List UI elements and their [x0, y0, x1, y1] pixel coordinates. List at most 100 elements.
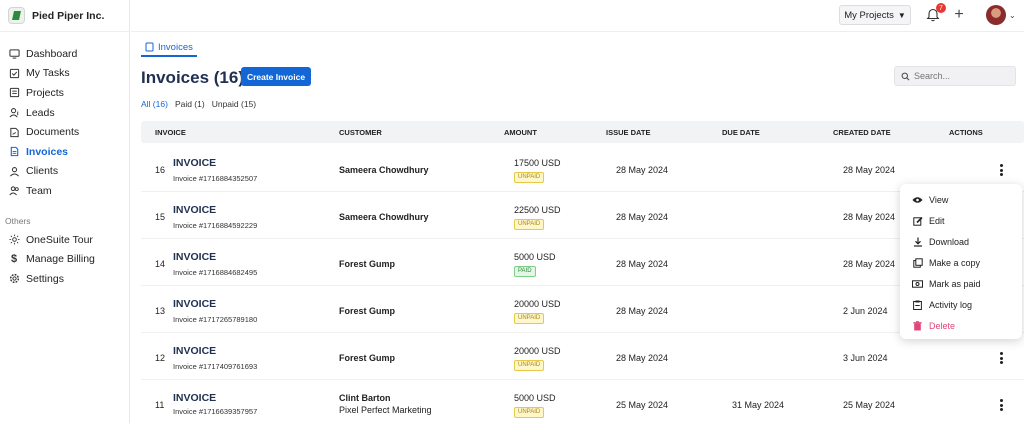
- clipboard-icon: [912, 299, 923, 310]
- tab-invoices[interactable]: Invoices: [141, 39, 197, 57]
- avatar[interactable]: [986, 5, 1006, 25]
- sidebar-item-manage-billing[interactable]: $ Manage Billing: [0, 249, 129, 269]
- menu-item-view[interactable]: View: [900, 189, 1022, 210]
- menu-item-mark-as-paid[interactable]: Mark as paid: [900, 273, 1022, 294]
- sidebar-item-my-tasks[interactable]: My Tasks: [0, 64, 129, 84]
- issue-date: 28 May 2024: [616, 259, 669, 269]
- table-row[interactable]: 13 INVOICE Invoice #1717265789180 Forest…: [141, 286, 1024, 333]
- topbar: My Projects ▼ 7 + ⌄: [131, 0, 1024, 32]
- column-header-due-date[interactable]: DUE DATE: [722, 128, 760, 137]
- column-header-created-date[interactable]: CREATED DATE: [833, 128, 891, 137]
- sidebar: Pied Piper Inc. Dashboard My Tasks Proje…: [0, 0, 130, 423]
- menu-item-delete[interactable]: Delete: [900, 315, 1022, 336]
- sidebar-item-documents[interactable]: Documents: [0, 122, 129, 142]
- column-header-invoice[interactable]: INVOICE: [155, 128, 186, 137]
- invoice-title[interactable]: INVOICE: [173, 251, 216, 263]
- issue-date: 28 May 2024: [616, 306, 669, 316]
- column-header-actions: ACTIONS: [949, 128, 983, 137]
- invoice-title[interactable]: INVOICE: [173, 392, 216, 404]
- row-number: 13: [155, 306, 166, 316]
- sidebar-item-label: Invoices: [26, 145, 69, 158]
- team-icon: [8, 185, 20, 197]
- more-actions-icon[interactable]: [996, 351, 1006, 365]
- invoice-amount: 20000 USD: [514, 346, 561, 356]
- more-actions-icon[interactable]: [996, 398, 1006, 412]
- menu-item-make-copy[interactable]: Make a copy: [900, 252, 1022, 273]
- invoice-number: Invoice #1717409761693: [173, 362, 258, 371]
- menu-item-download[interactable]: Download: [900, 231, 1022, 252]
- invoice-title[interactable]: INVOICE: [173, 298, 216, 310]
- chevron-down-icon[interactable]: ⌄: [1009, 11, 1016, 20]
- sidebar-item-label: Manage Billing: [26, 253, 95, 266]
- created-date: 28 May 2024: [843, 165, 896, 175]
- more-actions-icon[interactable]: [996, 163, 1006, 177]
- search-input[interactable]: [914, 71, 1009, 81]
- invoice-amount: 5000 USD: [514, 393, 556, 403]
- status-badge: UNPAID: [514, 407, 545, 418]
- invoice-amount: 5000 USD: [514, 252, 556, 262]
- issue-date: 28 May 2024: [616, 353, 669, 363]
- plus-icon[interactable]: +: [951, 6, 967, 24]
- table-row[interactable]: 14 INVOICE Invoice #1716884682495 Forest…: [141, 239, 1024, 286]
- brand-name: Pied Piper Inc.: [32, 9, 105, 22]
- table-row[interactable]: 16 INVOICE Invoice #1716884352507 Sameer…: [141, 145, 1024, 192]
- row-number: 16: [155, 165, 166, 175]
- search-icon: [901, 72, 910, 81]
- column-header-issue-date[interactable]: ISSUE DATE: [606, 128, 650, 137]
- filter-paid[interactable]: Paid (1): [175, 99, 205, 109]
- menu-item-edit[interactable]: Edit: [900, 210, 1022, 231]
- invoice-title[interactable]: INVOICE: [173, 157, 216, 169]
- sidebar-item-label: Leads: [26, 106, 55, 119]
- column-header-amount[interactable]: AMOUNT: [504, 128, 537, 137]
- edit-icon: [912, 215, 923, 226]
- brand[interactable]: Pied Piper Inc.: [0, 0, 129, 32]
- sidebar-section-others: Others: [5, 215, 31, 226]
- table-row[interactable]: 12 INVOICE Invoice #1717409761693 Forest…: [141, 333, 1024, 380]
- customer-company: Pixel Perfect Marketing: [339, 405, 432, 415]
- invoice-number: Invoice #1716884682495: [173, 268, 258, 277]
- invoice-title[interactable]: INVOICE: [173, 204, 216, 216]
- menu-item-label: Make a copy: [929, 257, 981, 268]
- notification-count-badge: 7: [936, 3, 946, 13]
- invoices-icon: [8, 146, 20, 158]
- menu-item-activity-log[interactable]: Activity log: [900, 294, 1022, 315]
- sidebar-item-settings[interactable]: Settings: [0, 269, 129, 289]
- sidebar-item-onesuite-tour[interactable]: OneSuite Tour: [0, 230, 129, 250]
- column-header-customer[interactable]: CUSTOMER: [339, 128, 382, 137]
- sidebar-item-projects[interactable]: Projects: [0, 83, 129, 103]
- leads-icon: [8, 107, 20, 119]
- sidebar-item-label: Dashboard: [26, 47, 78, 60]
- sidebar-item-clients[interactable]: Clients: [0, 162, 129, 182]
- menu-item-label: View: [929, 194, 949, 205]
- created-date: 3 Jun 2024: [843, 353, 888, 363]
- gear-icon: [8, 273, 20, 285]
- sidebar-item-team[interactable]: Team: [0, 181, 129, 201]
- filter-all[interactable]: All (16): [141, 99, 168, 109]
- sidebar-item-label: OneSuite Tour: [26, 233, 93, 246]
- sidebar-item-label: Team: [26, 184, 52, 197]
- due-date: 31 May 2024: [732, 400, 785, 410]
- create-invoice-button[interactable]: Create Invoice: [241, 67, 311, 86]
- customer-name: Forest Gump: [339, 353, 396, 363]
- created-date: 28 May 2024: [843, 259, 896, 269]
- sidebar-item-label: Clients: [26, 165, 59, 178]
- invoice-number: Invoice #1716884592229: [173, 221, 258, 230]
- filter-unpaid[interactable]: Unpaid (15): [212, 99, 256, 109]
- status-badge: UNPAID: [514, 172, 545, 183]
- customer-name: Sameera Chowdhury: [339, 165, 429, 175]
- clients-icon: [8, 165, 20, 177]
- download-icon: [912, 236, 923, 247]
- row-number: 14: [155, 259, 166, 269]
- sidebar-item-leads[interactable]: Leads: [0, 103, 129, 123]
- invoice-title[interactable]: INVOICE: [173, 345, 216, 357]
- table-row[interactable]: 11 INVOICE Invoice #1716639357957 Clint …: [141, 380, 1024, 423]
- search-box[interactable]: [894, 66, 1016, 86]
- sidebar-item-invoices[interactable]: Invoices: [0, 142, 129, 162]
- sidebar-item-dashboard[interactable]: Dashboard: [0, 44, 129, 64]
- table-row[interactable]: 15 INVOICE Invoice #1716884592229 Sameer…: [141, 192, 1024, 239]
- created-date: 2 Jun 2024: [843, 306, 888, 316]
- invoice-actions-menu: View Edit Download Make a copy Mark as p…: [900, 184, 1022, 339]
- my-projects-dropdown[interactable]: My Projects ▼: [839, 5, 911, 25]
- invoice-number: Invoice #1716639357957: [173, 407, 258, 416]
- sidebar-item-label: My Tasks: [26, 67, 70, 80]
